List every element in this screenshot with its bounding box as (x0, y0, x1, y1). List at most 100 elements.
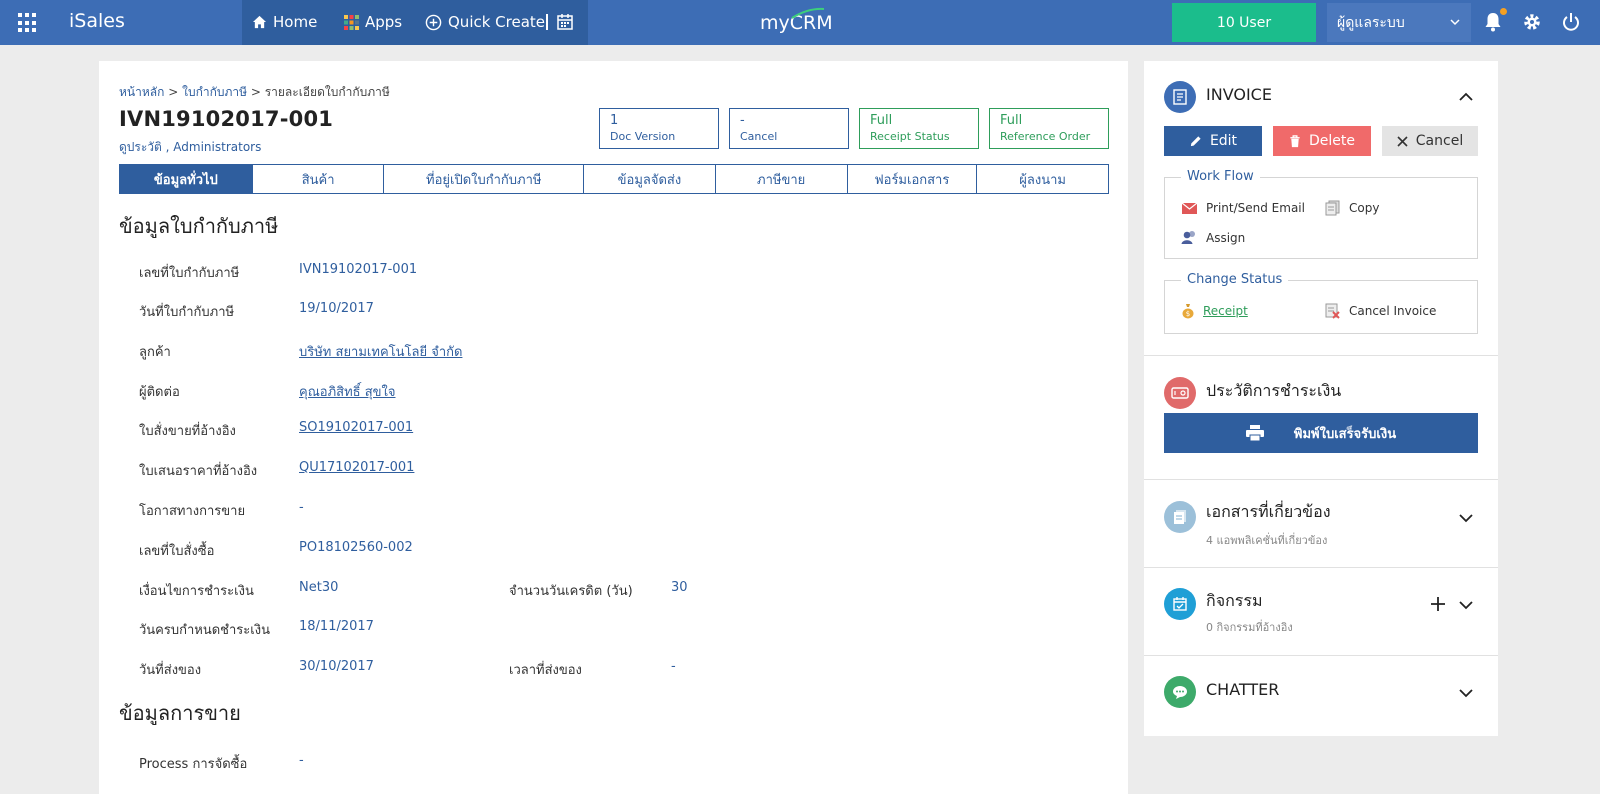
receipt-label: Receipt (1203, 304, 1248, 318)
chevron-down-icon (1450, 19, 1460, 26)
chat-icon (1164, 676, 1196, 708)
chatter-section: CHATTER (1144, 656, 1498, 736)
chevron-down-icon[interactable] (1458, 687, 1474, 699)
field-label-payment-terms: เงื่อนไขการชำระเงิน (139, 584, 254, 599)
chevron-up-icon[interactable] (1458, 91, 1474, 103)
field-label-due-date: วันครบกำหนดชำระเงิน (139, 623, 270, 638)
copy-icon (1325, 200, 1340, 216)
breadcrumb-home[interactable]: หน้าหลัก (119, 85, 164, 99)
field-label-contact: ผู้ติดต่อ (139, 385, 180, 400)
calendar-icon[interactable] (557, 14, 573, 34)
invoice-info-heading: ข้อมูลใบกำกับภาษี (119, 214, 279, 238)
user-count-button[interactable]: 10 User (1172, 3, 1316, 42)
doc-version-value: 1 (610, 113, 619, 128)
tab-document-form[interactable]: ฟอร์มเอกสาร (846, 165, 977, 193)
field-value-credit-days: 30 (671, 580, 688, 595)
nav-apps-label: Apps (365, 13, 403, 31)
invoice-section-title: INVOICE (1206, 85, 1272, 104)
plus-icon[interactable] (1431, 597, 1445, 611)
field-label-sales-order: ใบสั่งขายที่อ้างอิง (139, 424, 236, 439)
chevron-down-icon[interactable] (1458, 599, 1474, 611)
field-value-payment-terms: Net30 (299, 580, 339, 595)
print-send-email-label: Print/Send Email (1206, 200, 1305, 215)
field-label-delivery-date: วันที่ส่งของ (139, 663, 202, 678)
receipt-status-value: Full (870, 113, 893, 128)
tab-billing-address[interactable]: ที่อยู่เปิดใบกำกับภาษี (383, 165, 583, 193)
change-status-legend: Change Status (1181, 272, 1289, 287)
field-value-invoice-number: IVN19102017-001 (299, 262, 418, 277)
activities-section: กิจกรรม 0 กิจกรรมที่อ้างอิง (1144, 568, 1498, 656)
nav-home[interactable]: Home (252, 13, 317, 31)
contact-link[interactable]: คุณอภิสิทธิ์ สุขใจ (299, 381, 396, 402)
copy-action[interactable]: Copy (1325, 200, 1379, 216)
field-value-invoice-date: 19/10/2017 (299, 301, 374, 316)
field-label-customer: ลูกค้า (139, 345, 171, 360)
tab-general-info[interactable]: ข้อมูลทั่วไป (120, 165, 252, 193)
field-label-delivery-time: เวลาที่ส่งของ (509, 663, 582, 678)
field-label-credit-days: จำนวนวันเครดิต (วัน) (509, 584, 633, 599)
doc-meta: ดูประวัติ , Administrators (119, 138, 261, 157)
receipt-status-label: Receipt Status (870, 130, 950, 143)
change-status-group: Change Status $ Receipt Cancel Invoice (1164, 272, 1478, 334)
history-link[interactable]: ดูประวัติ (119, 140, 162, 154)
assign-action[interactable]: Assign (1181, 230, 1245, 245)
top-navigation-bar: iSales Home Apps Quick Create myCRM 10 U… (0, 0, 1600, 45)
cancel-invoice-action[interactable]: Cancel Invoice (1325, 303, 1436, 319)
receipt-status-box: Full Receipt Status (859, 108, 979, 149)
close-icon (1397, 135, 1408, 147)
tab-products[interactable]: สินค้า (251, 165, 384, 193)
bell-icon[interactable] (1484, 12, 1502, 32)
envelope-icon (1181, 202, 1198, 214)
field-label-invoice-date: วันที่ใบกำกับภาษี (139, 305, 235, 320)
nav-apps[interactable]: Apps (344, 13, 402, 31)
brand-name[interactable]: iSales (69, 10, 125, 32)
doc-version-label: Doc Version (610, 130, 676, 143)
field-value-procurement-process: - (299, 753, 304, 768)
workflow-group: Work Flow Print/Send Email Copy Assign (1164, 169, 1478, 259)
documents-icon (1164, 501, 1196, 533)
sales-order-link[interactable]: SO19102017-001 (299, 420, 413, 435)
delete-button[interactable]: Delete (1273, 126, 1371, 156)
invoice-actions-section: INVOICE Edit Delete Cancel Work Flow Pri… (1144, 61, 1498, 356)
tab-signers[interactable]: ผู้ลงนาม (976, 165, 1108, 193)
doc-version-box: 1 Doc Version (599, 108, 719, 149)
invoice-icon (1164, 81, 1196, 113)
cancel-status-label: Cancel (740, 130, 778, 143)
cancel-button-label: Cancel (1415, 133, 1464, 149)
cancel-document-icon (1325, 303, 1340, 319)
print-receipt-button[interactable]: พิมพ์ใบเสร็จรับเงิน (1164, 413, 1478, 453)
quotation-link[interactable]: QU17102017-001 (299, 460, 414, 475)
delete-button-label: Delete (1309, 133, 1355, 149)
app-launcher-grid-icon[interactable] (18, 13, 38, 33)
pencil-icon (1190, 135, 1201, 146)
workflow-legend: Work Flow (1181, 169, 1260, 184)
field-label-po-number: เลขที่ใบสั่งซื้อ (139, 544, 215, 559)
edit-button[interactable]: Edit (1164, 126, 1262, 156)
nav-quick-create[interactable]: Quick Create (425, 13, 545, 31)
related-documents-count: 4 แอพพลิเคชั่นที่เกี่ยวข้อง (1206, 534, 1328, 547)
field-value-delivery-date: 30/10/2017 (299, 659, 374, 674)
tab-sales-tax[interactable]: ภาษีขาย (714, 165, 847, 193)
receipt-action[interactable]: $ Receipt (1181, 303, 1248, 319)
power-icon[interactable] (1562, 12, 1580, 32)
nav-home-label: Home (273, 13, 318, 31)
breadcrumb-separator: > (168, 85, 183, 99)
field-label-opportunity: โอกาสทางการขาย (139, 504, 246, 519)
activity-calendar-icon (1164, 588, 1196, 620)
print-send-email-action[interactable]: Print/Send Email (1181, 200, 1305, 215)
gear-icon[interactable] (1522, 12, 1542, 32)
field-value-delivery-time: - (671, 659, 676, 674)
breadcrumb-invoices[interactable]: ใบกำกับภาษี (182, 85, 247, 99)
owner-name[interactable]: Administrators (173, 140, 261, 154)
chevron-down-icon[interactable] (1458, 512, 1474, 524)
assign-label: Assign (1206, 230, 1246, 245)
user-role-select[interactable]: ผู้ดูแลระบบ (1327, 3, 1471, 42)
cancel-button[interactable]: Cancel (1382, 126, 1478, 156)
related-documents-title: เอกสารที่เกี่ยวข้อง (1206, 502, 1331, 521)
field-value-opportunity: - (299, 500, 304, 515)
customer-link[interactable]: บริษัท สยามเทคโนโลยี จำกัด (299, 341, 462, 362)
print-receipt-label: พิมพ์ใบเสร็จรับเงิน (1293, 426, 1397, 442)
apps-icon (344, 14, 359, 30)
tab-shipping-info[interactable]: ข้อมูลจัดส่ง (583, 165, 715, 193)
chatter-title: CHATTER (1206, 680, 1280, 699)
